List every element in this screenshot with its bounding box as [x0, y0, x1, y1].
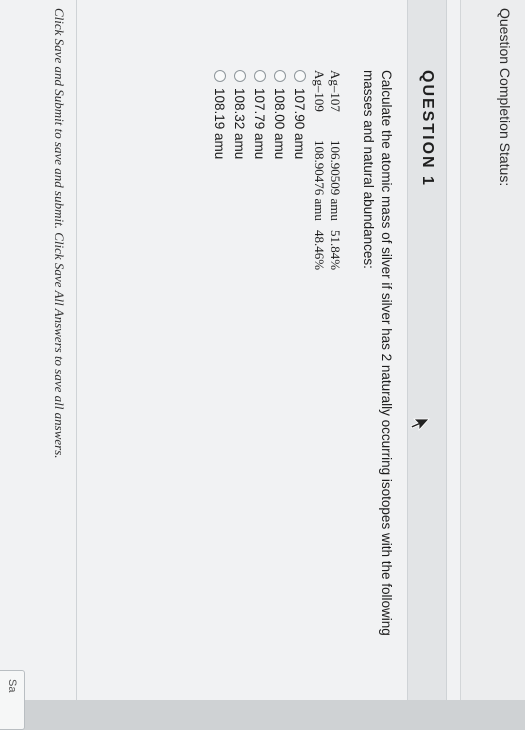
question-prompt: Calculate the atomic mass of silver if s… [361, 70, 394, 636]
answer-option-label: 108.00 amu [272, 88, 288, 160]
answer-options: 107.90 amu 108.00 amu 107.79 amu 108.32 … [210, 70, 310, 159]
cursor-arrow-icon [410, 418, 430, 432]
save-all-answers-button[interactable]: Sa [0, 670, 25, 730]
question-title: QUESTION 1 [419, 70, 436, 187]
radio-button[interactable] [294, 70, 306, 82]
completion-status-bar: Question Completion Status: [460, 0, 525, 700]
isotope-name: Ag–109 [312, 70, 327, 112]
radio-button[interactable] [214, 70, 226, 82]
answer-option-label: 107.79 amu [252, 88, 268, 160]
answer-option[interactable]: 108.19 amu [210, 70, 230, 159]
radio-button[interactable] [274, 70, 286, 82]
radio-button[interactable] [234, 70, 246, 82]
footer-divider [76, 0, 77, 700]
submit-instructions: Click Save and Submit to save and submit… [52, 8, 67, 459]
answer-option[interactable]: 108.32 amu [230, 70, 250, 159]
isotope-mass: 108.90476 amu [312, 140, 327, 221]
answer-option[interactable]: 107.79 amu [250, 70, 270, 159]
question-header: QUESTION 1 [407, 0, 447, 700]
answer-option-label: 107.90 amu [292, 88, 308, 160]
quiz-page: Question Completion Status: QUESTION 1 C… [0, 0, 525, 730]
isotope-abundance: 48.46% [312, 230, 327, 271]
answer-option[interactable]: 107.90 amu [290, 70, 310, 159]
answer-option-label: 108.19 amu [212, 88, 228, 160]
answer-option-label: 108.32 amu [232, 88, 248, 160]
isotope-abundance: 51.84% [328, 230, 343, 271]
isotope-mass: 106.90509 amu [328, 140, 343, 221]
answer-option[interactable]: 108.00 amu [270, 70, 290, 159]
isotope-name: Ag–107 [328, 70, 343, 112]
radio-button[interactable] [254, 70, 266, 82]
completion-status-label: Question Completion Status: [497, 8, 513, 187]
